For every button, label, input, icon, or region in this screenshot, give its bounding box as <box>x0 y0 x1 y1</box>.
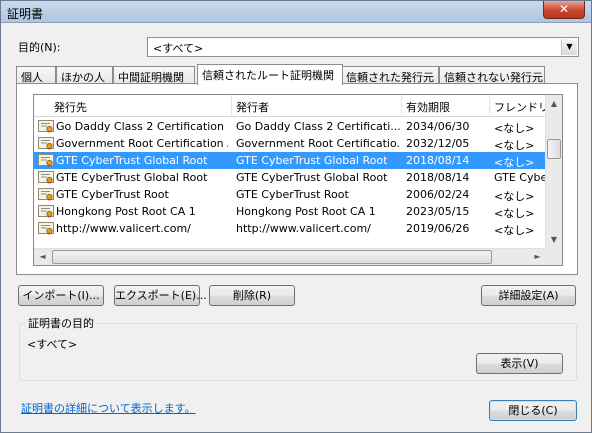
cell-friendly-name: <なし> <box>494 122 535 135</box>
cell-issued-to: http://www.valicert.com/ <box>56 222 191 235</box>
scrollbar-corner <box>545 248 562 265</box>
tab-label: 信頼されたルート証明機関 <box>202 69 334 82</box>
cell-expiration: 2018/08/14 <box>406 171 470 184</box>
tab-trusted-root-ca[interactable]: 信頼されたルート証明機関 <box>197 64 343 85</box>
cell-issued-to: GTE CyberTrust Global Root <box>56 171 208 184</box>
column-expiration[interactable]: 有効期限 <box>402 95 490 117</box>
table-row[interactable]: Hongkong Post Root CA 1 Hongkong Post Roo… <box>34 203 546 220</box>
cell-issued-by: Go Daddy Class 2 Certificati... <box>236 120 400 133</box>
tab-trusted-publishers[interactable]: 信頼された発行元 <box>341 66 439 84</box>
column-friendly-name[interactable]: フレンドリ名 <box>490 95 546 117</box>
scroll-left-icon[interactable]: ◄ <box>34 249 51 265</box>
import-button[interactable]: インポート(I)... <box>18 285 104 306</box>
cell-expiration: 2034/06/30 <box>406 120 470 133</box>
certificate-icon <box>38 137 54 150</box>
cell-issued-to: Government Root Certification A... <box>56 137 228 150</box>
cell-expiration: 2019/06/26 <box>406 222 470 235</box>
certificate-icon <box>38 120 54 133</box>
cell-friendly-name: <なし> <box>494 190 535 203</box>
close-button[interactable]: 閉じる(C) <box>489 400 577 421</box>
cell-issued-by: http://www.valicert.com/ <box>236 222 371 235</box>
table-row[interactable]: GTE CyberTrust Root GTE CyberTrust Root 20… <box>34 186 546 203</box>
certificate-icon <box>38 205 54 218</box>
cell-issued-to: GTE CyberTrust Root <box>56 188 169 201</box>
cell-expiration: 2018/08/14 <box>406 154 470 167</box>
cell-issued-by: Hongkong Post Root CA 1 <box>236 205 376 218</box>
certificate-purposes-value: <すべて> <box>27 338 78 351</box>
vertical-scrollbar[interactable]: ▲ ▼ <box>545 95 562 248</box>
chevron-down-icon: ▼ <box>561 39 577 55</box>
list-header: 発行先 発行者 有効期限 フレンドリ名 <box>34 95 546 117</box>
tab-intermediate-ca[interactable]: 中間証明機関 <box>113 66 195 84</box>
certificate-details-link[interactable]: 証明書の詳細について表示します。 <box>21 400 196 416</box>
scroll-right-icon[interactable]: ► <box>529 249 546 265</box>
scroll-up-icon[interactable]: ▲ <box>546 95 562 112</box>
tab-personal[interactable]: 個人 <box>16 66 56 84</box>
cell-issued-by: Government Root Certificatio... <box>236 137 400 150</box>
view-button[interactable]: 表示(V) <box>476 353 563 374</box>
certificate-icon <box>38 188 54 201</box>
close-window-button[interactable]: ✕ <box>543 1 585 19</box>
remove-button[interactable]: 削除(R) <box>209 285 295 306</box>
cell-friendly-name: GTE Cybe <box>494 171 546 184</box>
advanced-button[interactable]: 詳細設定(A) <box>481 285 576 306</box>
column-label: 発行先 <box>54 101 87 114</box>
cell-expiration: 2023/05/15 <box>406 205 470 218</box>
certificate-list[interactable]: 発行先 発行者 有効期限 フレンドリ名 Go Daddy Class 2 Cer… <box>33 94 563 266</box>
cell-issued-to: Go Daddy Class 2 Certification ... <box>56 120 228 133</box>
column-issued-to[interactable]: 発行先 <box>34 95 232 117</box>
cell-friendly-name: <なし> <box>494 207 535 220</box>
horizontal-scrollbar[interactable]: ◄ ► <box>34 248 546 265</box>
cell-expiration: 2032/12/05 <box>406 137 470 150</box>
cell-friendly-name: <なし> <box>494 156 535 169</box>
cell-issued-to: GTE CyberTrust Global Root <box>56 154 208 167</box>
certificate-purposes-label: 証明書の目的 <box>25 315 97 331</box>
vertical-scroll-thumb[interactable] <box>547 139 561 159</box>
scroll-down-icon[interactable]: ▼ <box>546 231 562 248</box>
purpose-label: 目的(N): <box>18 41 61 54</box>
cell-issued-by: GTE CyberTrust Global Root <box>236 171 388 184</box>
table-row[interactable]: GTE CyberTrust Global Root GTE CyberTrust… <box>34 169 546 186</box>
cell-issued-by: GTE CyberTrust Global Root <box>236 154 388 167</box>
certificate-icon <box>38 154 54 167</box>
cell-issued-to: Hongkong Post Root CA 1 <box>56 205 196 218</box>
cell-expiration: 2006/02/24 <box>406 188 470 201</box>
table-row[interactable]: Go Daddy Class 2 Certification ... Go Dad… <box>34 118 546 135</box>
table-row[interactable]: GTE CyberTrust Global Root GTE CyberTrust… <box>34 152 546 169</box>
export-button[interactable]: エクスポート(E)... <box>114 285 207 306</box>
horizontal-scroll-thumb[interactable] <box>52 250 492 264</box>
column-label: フレンドリ名 <box>494 101 546 114</box>
certificate-dialog: 証明書 ✕ 目的(N): <すべて> ▼ 個人 ほかの人 中間証明機関 信頼され… <box>0 0 592 433</box>
table-row[interactable]: http://www.valicert.com/http://www.valic… <box>34 220 546 237</box>
list-body: Go Daddy Class 2 Certification ... Go Dad… <box>34 118 546 237</box>
close-icon: ✕ <box>558 2 570 16</box>
title-bar[interactable]: 証明書 ✕ <box>1 1 591 23</box>
tab-other-people[interactable]: ほかの人 <box>56 66 113 84</box>
tab-untrusted-publishers[interactable]: 信頼されない発行元 <box>439 66 545 84</box>
certificate-icon <box>38 222 54 235</box>
cell-issued-by: GTE CyberTrust Root <box>236 188 349 201</box>
table-row[interactable]: Government Root Certification A... Govern… <box>34 135 546 152</box>
column-label: 発行者 <box>236 101 269 114</box>
column-issued-by[interactable]: 発行者 <box>232 95 402 117</box>
window-title: 証明書 <box>7 7 44 21</box>
cell-friendly-name: <なし> <box>494 139 535 152</box>
column-label: 有効期限 <box>406 101 450 114</box>
purpose-dropdown[interactable]: <すべて> ▼ <box>147 37 579 57</box>
purpose-selected-value: <すべて> <box>153 42 204 55</box>
cell-friendly-name: <なし> <box>494 224 535 237</box>
certificate-icon <box>38 171 54 184</box>
tab-panel: 発行先 発行者 有効期限 フレンドリ名 Go Daddy Class 2 Cer… <box>16 83 578 275</box>
